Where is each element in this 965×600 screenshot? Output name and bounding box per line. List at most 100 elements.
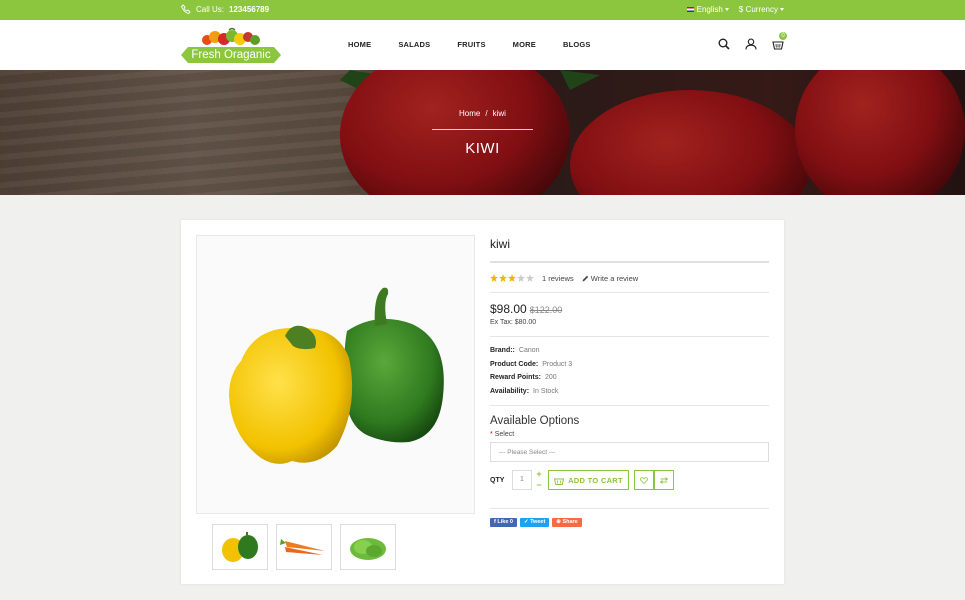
rating-row: 1 reviews Write a review	[490, 270, 769, 286]
breadcrumb: Home / kiwi	[0, 109, 965, 118]
ex-tax: Ex Tax: $80.00	[490, 319, 537, 326]
write-review-link[interactable]: Write a review	[582, 274, 638, 283]
price-block: $98.00 $122.00 Ex Tax: $80.00	[490, 302, 769, 326]
spec-label: Availability:	[490, 387, 530, 395]
currency-label: $ Currency	[738, 5, 778, 14]
spec-label: Product Code:	[490, 360, 539, 368]
reviews-link[interactable]: 1 reviews	[542, 274, 574, 283]
thumbnail-carrots[interactable]	[276, 524, 332, 570]
language-dropdown[interactable]: English	[686, 5, 729, 14]
chevron-down-icon	[780, 8, 784, 12]
nav-more[interactable]: MORE	[513, 40, 536, 49]
nav-fruits[interactable]: FRUITS	[457, 40, 485, 49]
qty-decrease-button[interactable]: −	[536, 481, 541, 490]
divider	[490, 261, 769, 263]
product-main-image[interactable]	[196, 235, 475, 514]
thumbnail-list	[212, 524, 396, 570]
wishlist-button[interactable]	[634, 470, 654, 490]
rating-stars	[490, 274, 534, 282]
qty-input[interactable]: 1	[512, 470, 532, 490]
required-asterisk: *	[490, 431, 493, 438]
cart-icon	[554, 478, 565, 485]
options-title: Available Options	[490, 415, 580, 427]
phone-info: Call Us: 123456789	[181, 4, 269, 14]
product-card: kiwi 1 reviews Write a review $98.00 $122…	[181, 220, 784, 584]
divider	[490, 336, 769, 337]
star-icon	[517, 274, 525, 282]
pencil-icon	[582, 275, 588, 282]
add-to-cart-label: ADD TO CART	[568, 475, 623, 485]
thumbnail-peppers[interactable]	[212, 524, 268, 570]
facebook-like-button[interactable]: f Like 0	[490, 518, 517, 527]
tweet-button[interactable]: ✓ Tweet	[519, 518, 550, 527]
breadcrumb-home[interactable]: Home	[459, 109, 480, 118]
page-banner: Home / kiwi KIWI	[0, 70, 965, 195]
cart-count-badge: 0	[779, 32, 787, 40]
select-label: * Select	[490, 431, 769, 438]
heart-icon	[640, 476, 648, 484]
banner-overlay	[0, 70, 965, 195]
breadcrumb-current[interactable]: kiwi	[493, 109, 506, 118]
page-title: KIWI	[465, 140, 500, 157]
qty-increase-button[interactable]: +	[536, 470, 541, 479]
search-icon[interactable]	[718, 38, 730, 50]
star-icon	[490, 274, 498, 282]
spec-product-code: Product Code: Product 3	[490, 358, 769, 372]
main-nav: HOME SALADS FRUITS MORE BLOGS	[348, 40, 618, 49]
compare-icon	[660, 476, 668, 484]
spec-value: 200	[544, 374, 557, 381]
spec-value[interactable]: Canon	[519, 347, 540, 354]
old-price: $122.00	[529, 305, 563, 315]
quantity-stepper: + −	[534, 470, 544, 490]
currency-dropdown[interactable]: $ Currency	[739, 5, 784, 14]
qty-row: QTY 1 + − ADD TO CART	[490, 470, 769, 490]
product-info: kiwi 1 reviews Write a review $98.00 $122…	[490, 235, 769, 527]
facebook-like-label: Like 0	[497, 519, 513, 525]
thumbnail-lettuce[interactable]	[340, 524, 396, 570]
phone-label: Call Us:	[196, 4, 225, 14]
cart-icon[interactable]: 0	[772, 32, 787, 50]
phone-number: 123456789	[229, 4, 270, 14]
add-to-cart-button[interactable]: ADD TO CART	[548, 470, 629, 490]
spec-reward-points: Reward Points: 200	[490, 371, 769, 385]
logo[interactable]: Fresh Oraganic	[181, 27, 281, 63]
write-review-label: Write a review	[590, 273, 639, 283]
top-bar: Call Us: 123456789 English $ Currency	[0, 0, 965, 20]
price: $98.00	[490, 302, 527, 316]
star-icon	[508, 274, 516, 282]
share-buttons: f Like 0 ✓ Tweet ⊕ Share	[490, 518, 769, 527]
spec-value: In Stock	[533, 387, 559, 395]
banner-divider	[432, 129, 533, 130]
breadcrumb-separator: /	[485, 109, 488, 118]
spec-value: Product 3	[542, 360, 573, 368]
spec-brand: Brand:: Canon	[490, 344, 769, 358]
phone-icon	[181, 4, 191, 14]
header: Fresh Oraganic HOME SALADS FRUITS MORE B…	[0, 20, 965, 70]
product-name: kiwi	[490, 237, 510, 251]
chevron-down-icon	[724, 8, 729, 12]
spec-availability: Availability: In Stock	[490, 385, 769, 399]
share-button[interactable]: ⊕ Share	[552, 518, 582, 527]
tweet-label: Tweet	[530, 519, 546, 525]
nav-home[interactable]: HOME	[348, 40, 371, 49]
divider	[490, 405, 769, 406]
nav-blogs[interactable]: BLOGS	[563, 40, 591, 49]
spec-label: Brand::	[490, 347, 515, 354]
divider	[490, 292, 769, 293]
language-label: English	[696, 5, 723, 14]
select-label-text: Select	[494, 431, 515, 438]
fruit-basket-icon	[202, 27, 260, 45]
compare-button[interactable]	[654, 470, 674, 490]
option-select[interactable]: --- Please Select ---	[490, 442, 769, 462]
bell-pepper-image	[229, 287, 444, 464]
star-icon	[526, 274, 534, 282]
divider	[490, 508, 769, 509]
share-label: Share	[562, 519, 578, 525]
star-icon	[499, 274, 507, 282]
nav-salads[interactable]: SALADS	[398, 40, 430, 49]
qty-label: QTY	[490, 476, 505, 484]
user-icon[interactable]	[745, 38, 757, 50]
logo-text: Fresh Oraganic	[181, 47, 281, 63]
spec-label: Reward Points:	[490, 374, 541, 381]
product-specs: Brand:: Canon Product Code: Product 3 Rewa…	[490, 344, 769, 398]
